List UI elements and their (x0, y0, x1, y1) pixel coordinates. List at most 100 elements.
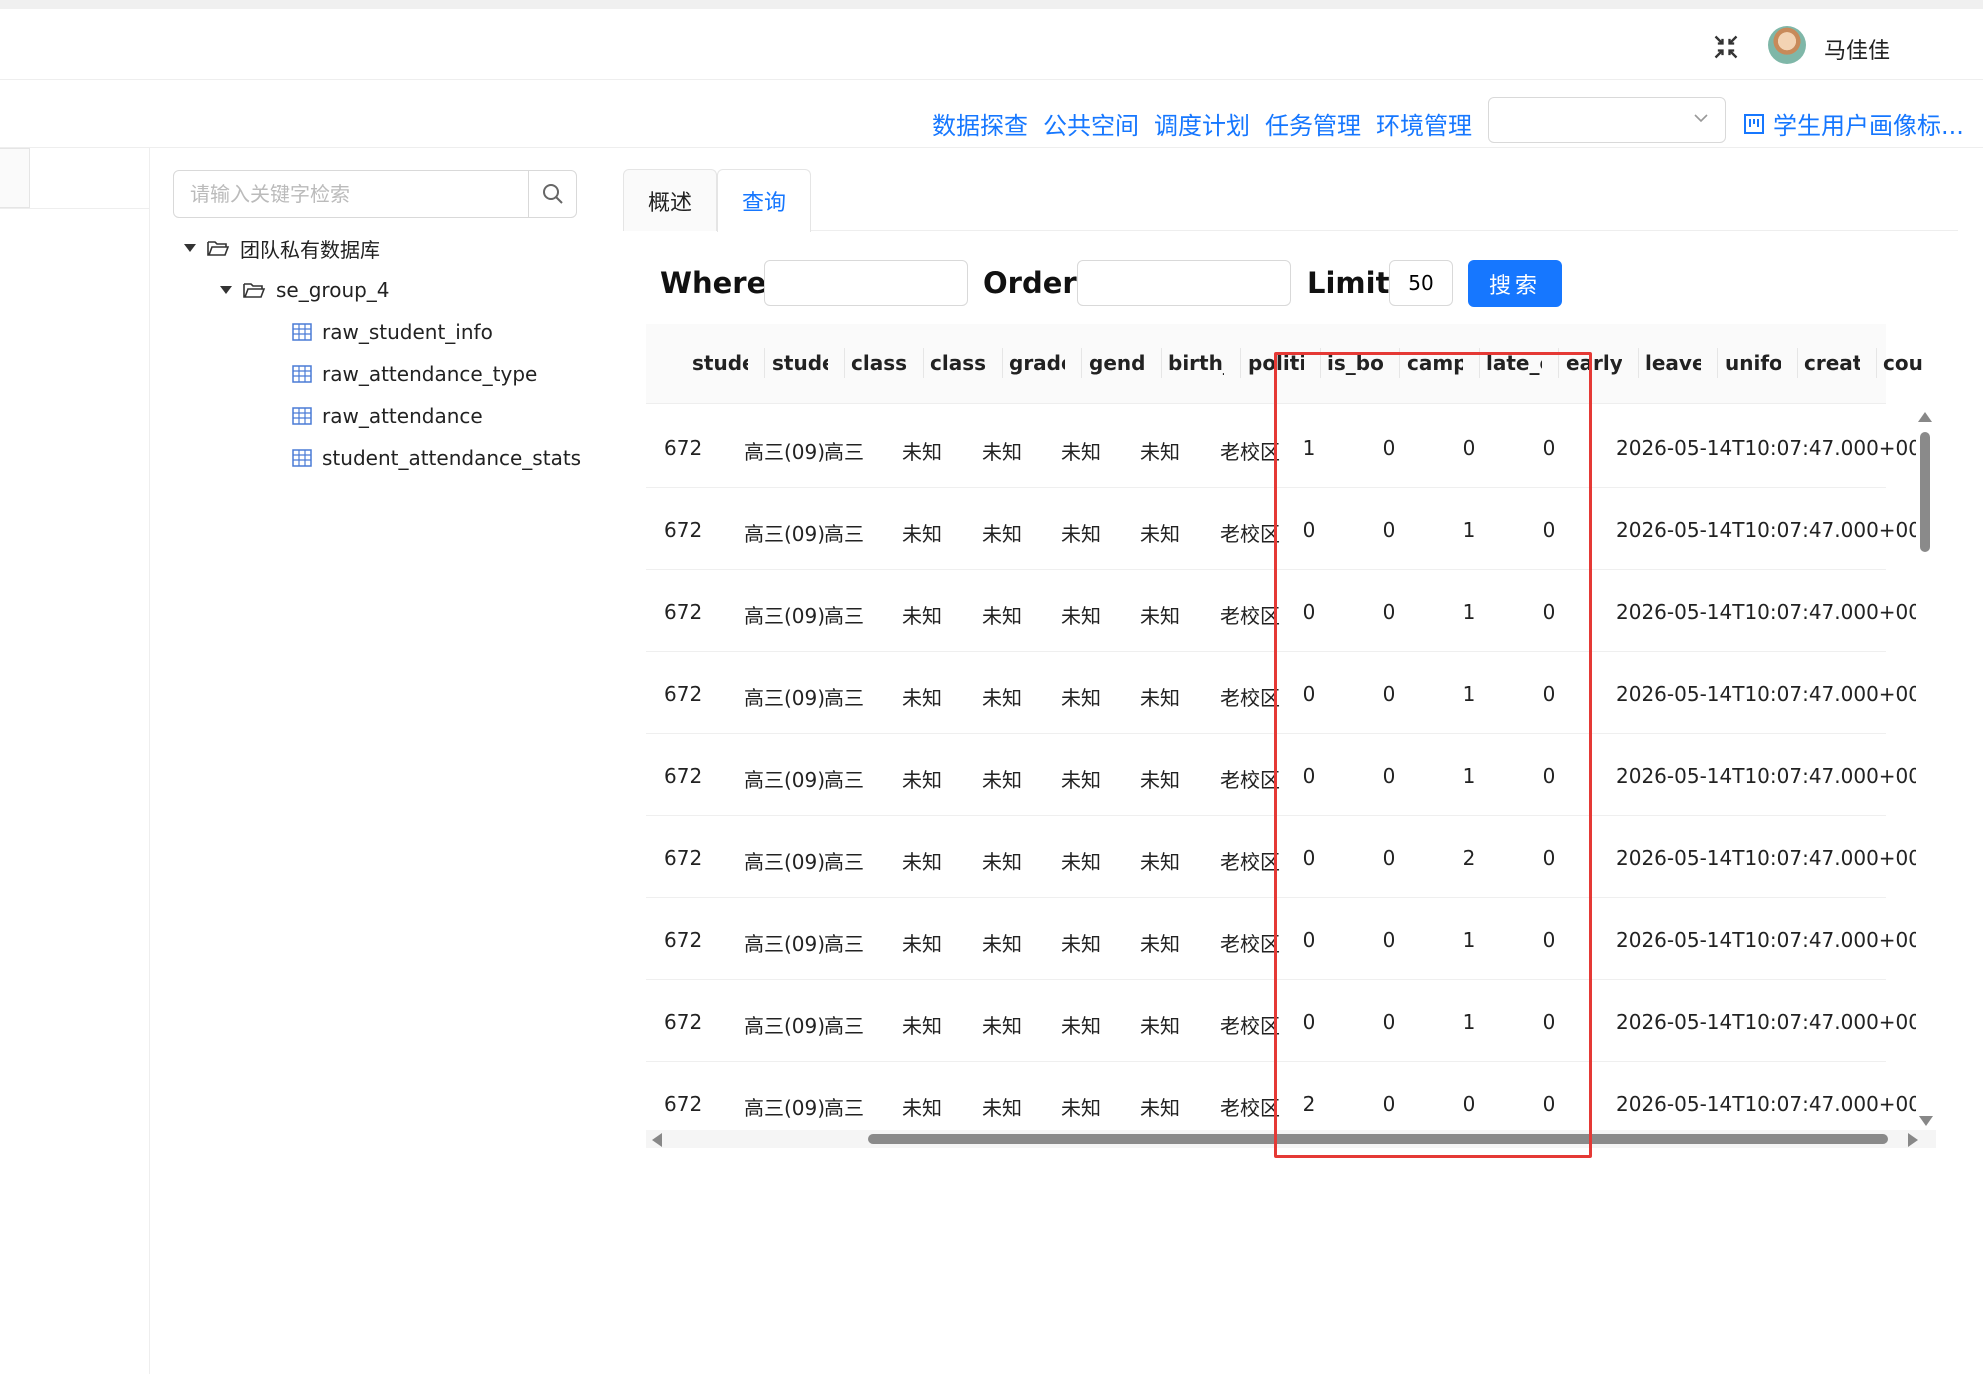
column-resizer[interactable] (1717, 348, 1718, 378)
caret-down-icon[interactable] (184, 244, 196, 252)
column-header[interactable]: gende (1089, 351, 1145, 375)
tree-node-root[interactable]: 团队私有数据库 (184, 232, 380, 264)
table-row[interactable]: 672 高三(09) 高三 未知 未知 未知 未知 老校区 0 0 1 0 2026-05-14T10:… (646, 980, 1916, 1062)
table-cell: 未知 (1140, 522, 1180, 546)
table-cell: 0 (1382, 436, 1396, 460)
column-resizer[interactable] (844, 348, 845, 378)
column-header[interactable]: leave_ (1645, 351, 1701, 375)
tree-search-input[interactable] (174, 171, 528, 217)
tree-table-raw-student-info[interactable]: raw_student_info (292, 316, 493, 348)
tree-node-group[interactable]: se_group_4 (220, 274, 390, 306)
vertical-scrollbar[interactable] (1918, 412, 1933, 1126)
column-resizer[interactable] (1558, 348, 1559, 378)
column-resizer[interactable] (1479, 348, 1480, 378)
column-resizer[interactable] (764, 348, 765, 378)
table-cell: 2 (1302, 1092, 1316, 1116)
table-cell: 2026-05-14T10:07:47.000+00:00 (1616, 600, 1916, 624)
horizontal-scrollbar[interactable] (646, 1130, 1936, 1148)
table-cell: 未知 (1061, 850, 1101, 874)
column-header[interactable]: politic (1248, 351, 1304, 375)
column-header[interactable]: grade (1009, 351, 1065, 375)
table-cell: 未知 (982, 1014, 1022, 1038)
table-cell: 高三 (824, 1014, 864, 1038)
table-cell: 2026-05-14T10:07:47.000+00:00 (1616, 436, 1916, 460)
avatar[interactable] (1768, 26, 1806, 64)
column-header[interactable]: is_boa (1327, 351, 1383, 375)
nav-data-explore[interactable]: 数据探查 (932, 106, 1028, 141)
table-row[interactable]: 672 高三(09) 高三 未知 未知 未知 未知 老校区 0 0 1 0 2026-05-14T10:… (646, 734, 1916, 816)
column-resizer[interactable] (1876, 348, 1877, 378)
table-cell: 高三(09) (744, 604, 824, 628)
column-resizer[interactable] (1081, 348, 1082, 378)
scroll-up-arrow-icon[interactable] (1918, 412, 1932, 422)
column-resizer[interactable] (1399, 348, 1400, 378)
nav-schedule-plan[interactable]: 调度计划 (1154, 106, 1250, 141)
table-cell: 高三 (824, 850, 864, 874)
column-header[interactable]: camp (1407, 351, 1463, 375)
column-resizer[interactable] (1638, 348, 1639, 378)
column-header[interactable]: class_ (851, 351, 907, 375)
column-header[interactable]: class_ (930, 351, 986, 375)
tab-query[interactable]: 查询 (717, 169, 812, 232)
scroll-right-arrow-icon[interactable] (1908, 1133, 1918, 1147)
column-header[interactable]: create (1804, 351, 1860, 375)
column-resizer[interactable] (1002, 348, 1003, 378)
table-cell: 2026-05-14T10:07:47.000+00:00 (1616, 682, 1916, 706)
folder-open-icon (243, 283, 266, 298)
table-row[interactable]: 672 高三(09) 高三 未知 未知 未知 未知 老校区 0 0 1 0 2026-05-14T10:… (646, 898, 1916, 980)
tree-search-button[interactable] (528, 171, 576, 217)
table-cell: 1 (1462, 682, 1476, 706)
tree-node-label: 团队私有数据库 (240, 237, 380, 262)
divider (0, 208, 150, 209)
table-cell: 1 (1462, 764, 1476, 788)
column-header[interactable]: count (1883, 351, 1923, 375)
table-cell: 0 (1382, 764, 1396, 788)
project-link[interactable]: 学生用户画像标... (1743, 106, 1964, 141)
table-cell: 1 (1462, 928, 1476, 952)
tree-table-label: student_attendance_stats (322, 446, 582, 470)
column-resizer[interactable] (1797, 348, 1798, 378)
where-input[interactable] (764, 260, 968, 306)
left-panel-tab[interactable] (0, 148, 30, 208)
column-header[interactable]: early_ (1566, 351, 1622, 375)
table-cell: 未知 (982, 932, 1022, 956)
column-header[interactable]: stude (692, 351, 748, 375)
vertical-scroll-thumb[interactable] (1920, 432, 1930, 552)
table-row[interactable]: 672 高三(09) 高三 未知 未知 未知 未知 老校区 0 0 1 0 2026-05-14T10:… (646, 570, 1916, 652)
column-header[interactable]: late_c (1486, 351, 1542, 375)
table-row[interactable]: 672 高三(09) 高三 未知 未知 未知 未知 老校区 1 0 0 0 2026-05-14T10:… (646, 406, 1916, 488)
environment-select[interactable] (1488, 97, 1726, 143)
limit-input[interactable] (1389, 260, 1453, 306)
nav-public-space[interactable]: 公共空间 (1043, 106, 1139, 141)
table-cell: 0 (1382, 518, 1396, 542)
table-row[interactable]: 672 高三(09) 高三 未知 未知 未知 未知 老校区 0 0 1 0 2026-05-14T10:… (646, 652, 1916, 734)
column-resizer[interactable] (1240, 348, 1241, 378)
username[interactable]: 马佳佳 (1824, 33, 1890, 65)
nav-env-management[interactable]: 环境管理 (1376, 106, 1472, 141)
tree-table-raw-attendance[interactable]: raw_attendance (292, 400, 483, 432)
tree-table-student-attendance-stats[interactable]: student_attendance_stats (292, 442, 581, 474)
fullscreen-exit-icon[interactable] (1712, 33, 1740, 61)
top-nav: 数据探查 公共空间 调度计划 任务管理 环境管理 学生用户画像标... (0, 80, 1983, 148)
column-header[interactable]: birth_ (1168, 351, 1224, 375)
column-header[interactable]: unifor (1725, 351, 1781, 375)
query-search-button[interactable]: 搜索 (1468, 260, 1562, 307)
table-row[interactable]: 672 高三(09) 高三 未知 未知 未知 未知 老校区 0 0 1 0 2026-05-14T10:… (646, 488, 1916, 570)
column-header[interactable]: stude (772, 351, 828, 375)
horizontal-scroll-thumb[interactable] (868, 1134, 1888, 1144)
nav-task-management[interactable]: 任务管理 (1265, 106, 1361, 141)
table-icon (292, 407, 312, 425)
scroll-down-arrow-icon[interactable] (1919, 1116, 1933, 1126)
column-resizer[interactable] (1320, 348, 1321, 378)
table-row[interactable]: 672 高三(09) 高三 未知 未知 未知 未知 老校区 0 0 2 0 2026-05-14T10:… (646, 816, 1916, 898)
table-cell: 未知 (1061, 522, 1101, 546)
table-icon (292, 365, 312, 383)
column-resizer[interactable] (923, 348, 924, 378)
tab-overview[interactable]: 概述 (623, 169, 718, 231)
caret-down-icon[interactable] (220, 286, 232, 294)
tree-table-raw-attendance-type[interactable]: raw_attendance_type (292, 358, 537, 390)
column-resizer[interactable] (1161, 348, 1162, 378)
scroll-left-arrow-icon[interactable] (652, 1133, 662, 1147)
tree-table-label: raw_attendance_type (322, 362, 538, 386)
order-input[interactable] (1077, 260, 1291, 306)
